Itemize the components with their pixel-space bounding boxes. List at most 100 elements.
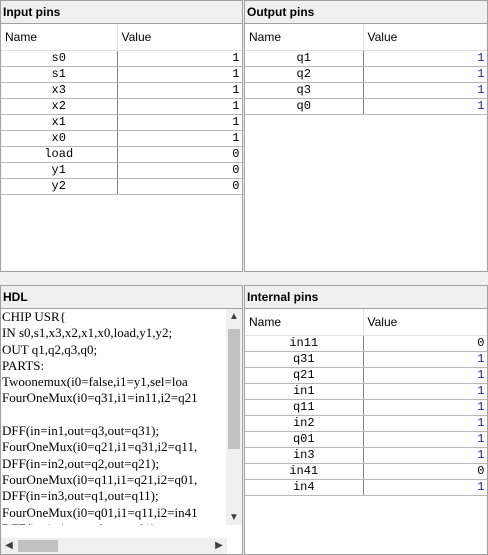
table-row[interactable]: q31 1: [245, 351, 487, 368]
table-row[interactable]: q01 1: [245, 431, 487, 448]
code-line: DFF(in=in1,out=q3,out=q31);: [2, 423, 160, 439]
pin-value[interactable]: 0: [363, 463, 487, 480]
table-row[interactable]: q11 1: [245, 399, 487, 416]
vertical-scroll-thumb[interactable]: [228, 329, 240, 449]
hdl-vertical-scrollbar[interactable]: ▲ ▼: [226, 309, 242, 525]
horizontal-scroll-thumb[interactable]: [18, 540, 58, 552]
pin-value[interactable]: 1: [117, 98, 242, 115]
pin-value[interactable]: 1: [363, 447, 487, 464]
table-row[interactable]: y1 0: [1, 162, 242, 179]
output-name-header[interactable]: Name: [245, 24, 364, 51]
pin-name: in3: [245, 447, 364, 464]
pin-name: q2: [245, 66, 364, 83]
pin-name: q0: [245, 98, 364, 115]
pin-name: in11: [245, 335, 364, 352]
pin-name: s1: [1, 66, 118, 83]
table-row[interactable]: q0 1: [245, 98, 487, 115]
pin-name: q11: [245, 399, 364, 416]
output-pins-panel: Output pins Name Value q1 1 q2 1 q3 1 q0 1: [244, 0, 488, 272]
table-row[interactable]: x0 1: [1, 130, 242, 147]
scroll-up-icon[interactable]: ▲: [226, 311, 242, 322]
code-line: FourOneMux(i0=q11,i1=q21,i2=q01,: [2, 471, 198, 487]
scroll-left-icon[interactable]: ◀: [1, 540, 17, 551]
pin-value[interactable]: 1: [117, 114, 242, 131]
pin-name: in2: [245, 415, 364, 432]
input-pins-table[interactable]: Name Value s0 1 s1 1 x3 1 x2 1 x1 1 x0 1 load 0 y1 0 y2 0: [1, 24, 242, 195]
table-row[interactable]: in41 0: [245, 463, 487, 480]
pin-name: x1: [1, 114, 118, 131]
pin-name: q1: [245, 50, 364, 67]
internal-value-header[interactable]: Value: [363, 309, 487, 336]
table-row[interactable]: x3 1: [1, 82, 242, 99]
pin-value[interactable]: 1: [363, 351, 487, 368]
pin-value[interactable]: 0: [363, 335, 487, 352]
table-row[interactable]: q2 1: [245, 66, 487, 83]
pin-name: in1: [245, 383, 364, 400]
pin-value[interactable]: 1: [363, 66, 487, 83]
table-row[interactable]: in3 1: [245, 447, 487, 464]
table-row[interactable]: s0 1: [1, 50, 242, 67]
pin-value[interactable]: 1: [363, 98, 487, 115]
pin-name: load: [1, 146, 118, 163]
hdl-panel: HDL CHIP USR{IN s0,s1,x3,x2,x1,x0,load,y…: [0, 285, 243, 555]
input-name-header[interactable]: Name: [1, 24, 118, 51]
pin-value[interactable]: 1: [363, 415, 487, 432]
output-pins-table[interactable]: Name Value q1 1 q2 1 q3 1 q0 1: [245, 24, 487, 115]
pin-value[interactable]: 1: [363, 399, 487, 416]
pin-value[interactable]: 1: [117, 130, 242, 147]
table-row[interactable]: q1 1: [245, 50, 487, 67]
pin-name: y1: [1, 162, 118, 179]
code-line: DFF(in=in3,out=q1,out=q11);: [2, 488, 159, 504]
code-line: PARTS:: [2, 357, 45, 373]
table-row[interactable]: y2 0: [1, 178, 242, 195]
code-line: OUT q1,q2,q3,q0;: [2, 341, 98, 357]
pin-value[interactable]: 1: [363, 50, 487, 67]
output-value-header[interactable]: Value: [363, 24, 487, 51]
hdl-code-editor[interactable]: CHIP USR{IN s0,s1,x3,x2,x1,x0,load,y1,y2…: [1, 309, 228, 525]
pin-value[interactable]: 1: [117, 50, 242, 67]
code-line: Twoonemux(i0=false,i1=y1,sel=loa: [2, 374, 188, 390]
table-row[interactable]: x2 1: [1, 98, 242, 115]
input-pins-title: Input pins: [1, 1, 242, 24]
internal-pins-table[interactable]: Name Value in11 0 q31 1 q21 1 in1 1 q11 1 in2 1 q01 1…: [245, 309, 487, 496]
scroll-down-icon[interactable]: ▼: [226, 512, 242, 523]
table-row[interactable]: s1 1: [1, 66, 242, 83]
input-pins-panel: Input pins Name Value s0 1 s1 1 x3 1 x2 1 x1 1 x0 1…: [0, 0, 243, 272]
scroll-right-icon[interactable]: ▶: [211, 540, 227, 551]
table-row[interactable]: x1 1: [1, 114, 242, 131]
table-row[interactable]: in4 1: [245, 479, 487, 496]
table-row[interactable]: q21 1: [245, 367, 487, 384]
pin-value[interactable]: 0: [117, 146, 242, 163]
pin-value[interactable]: 0: [117, 162, 242, 179]
hdl-horizontal-scrollbar[interactable]: ◀ ▶: [1, 538, 227, 554]
pin-value[interactable]: 1: [363, 82, 487, 99]
code-line: FourOneMux(i0=q31,i1=in11,i2=q21: [2, 390, 198, 406]
pin-value[interactable]: 1: [363, 479, 487, 496]
pin-name: in41: [245, 463, 364, 480]
table-row[interactable]: in11 0: [245, 335, 487, 352]
table-row[interactable]: in2 1: [245, 415, 487, 432]
table-row[interactable]: load 0: [1, 146, 242, 163]
pin-value[interactable]: 0: [117, 178, 242, 195]
pin-value[interactable]: 1: [117, 66, 242, 83]
table-row[interactable]: in1 1: [245, 383, 487, 400]
internal-name-header[interactable]: Name: [245, 309, 364, 336]
pin-value[interactable]: 1: [363, 431, 487, 448]
code-line: DFF(in=in4,out=q0,out=q01);: [2, 521, 228, 525]
internal-pins-title: Internal pins: [245, 286, 487, 309]
pin-value[interactable]: 1: [363, 383, 487, 400]
code-line: FourOneMux(i0=q01,i1=q11,i2=in41: [2, 504, 198, 520]
input-value-header[interactable]: Value: [117, 24, 242, 51]
pin-name: y2: [1, 178, 118, 195]
pin-value[interactable]: 1: [117, 82, 242, 99]
code-line: DFF(in=in2,out=q2,out=q21);: [2, 455, 160, 471]
code-line: FourOneMux(i0=q21,i1=q31,i2=q11,: [2, 439, 198, 455]
pin-name: q21: [245, 367, 364, 384]
pin-value[interactable]: 1: [363, 367, 487, 384]
pin-name: in4: [245, 479, 364, 496]
pin-name: q31: [245, 351, 364, 368]
pin-name: q3: [245, 82, 364, 99]
table-row[interactable]: q3 1: [245, 82, 487, 99]
hdl-title: HDL: [1, 286, 242, 309]
